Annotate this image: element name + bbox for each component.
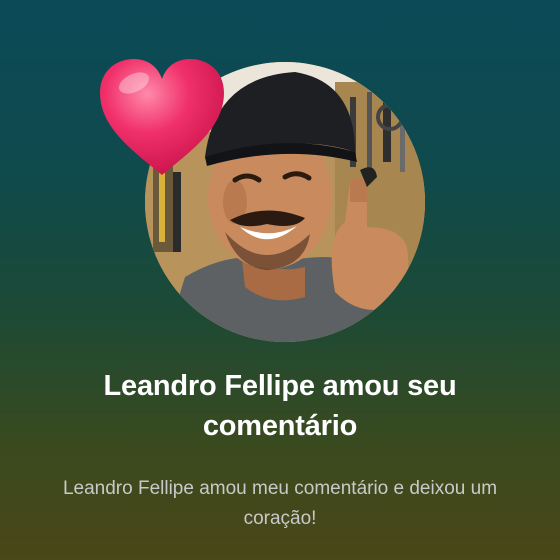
heart-icon: [96, 55, 228, 179]
notification-message: Leandro Fellipe amou meu comentário e de…: [62, 478, 498, 529]
love-reaction-card: Leandro Fellipe amou seu comentário Lean…: [0, 0, 560, 560]
notification-title: Leandro Fellipe amou seu comentário: [103, 370, 457, 442]
